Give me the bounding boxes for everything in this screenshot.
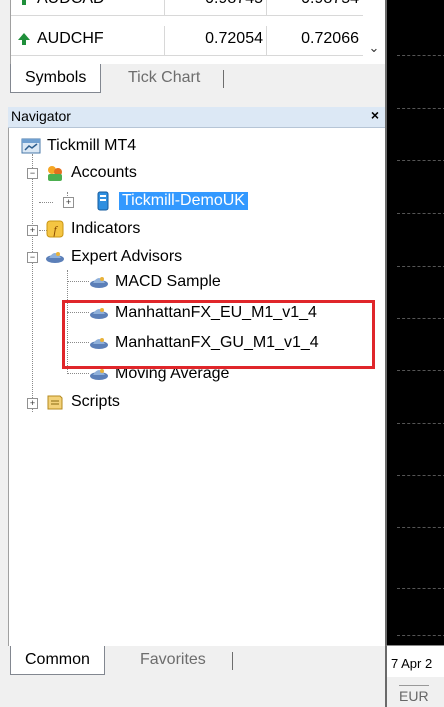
column-divider: [164, 26, 165, 55]
close-icon[interactable]: ×: [371, 107, 379, 123]
expand-icon[interactable]: +: [27, 225, 38, 236]
grid-line: [397, 55, 444, 56]
market-watch-tabs: Symbols Tick Chart: [10, 64, 385, 94]
scroll-down-icon[interactable]: ⌄: [366, 40, 382, 60]
expert-advisor-icon: [46, 252, 64, 263]
grid-line: [397, 266, 444, 267]
tree-root-label: Tickmill MT4: [47, 137, 137, 154]
tree-root[interactable]: Tickmill MT4: [21, 135, 136, 157]
up-arrow-icon: [18, 33, 30, 45]
accounts-label: Accounts: [71, 164, 137, 181]
scripts-icon: [47, 395, 63, 410]
navigator-title: Navigator: [11, 108, 71, 124]
market-watch-row[interactable]: AUDCAD 0.98745 0.98754: [11, 0, 363, 16]
tree-item-indicators[interactable]: f Indicators: [45, 218, 140, 240]
tree-item-expert-advisors[interactable]: Expert Advisors: [45, 246, 182, 268]
ea-label: MACD Sample: [115, 273, 221, 290]
grid-line: [397, 213, 444, 214]
collapse-icon[interactable]: −: [27, 168, 38, 179]
grid-line: [397, 108, 444, 109]
collapse-icon[interactable]: −: [27, 252, 38, 263]
expand-icon[interactable]: +: [63, 197, 74, 208]
navigator-tabs: Common Favorites: [10, 646, 385, 676]
expert-advisors-label: Expert Advisors: [71, 248, 183, 265]
tab-divider: [232, 652, 233, 670]
symbol-name: AUDCAD: [37, 0, 105, 8]
terminal-icon: [21, 138, 41, 154]
chart-date-axis: 7 Apr 2: [385, 645, 444, 678]
chart-tab[interactable]: EUR: [385, 677, 444, 707]
server-icon: [97, 191, 109, 211]
ask-value: 0.72066: [301, 30, 359, 47]
grid-line: [397, 318, 444, 319]
scripts-label: Scripts: [71, 393, 120, 410]
grid-line: [397, 527, 444, 528]
grid-line: [397, 423, 444, 424]
bid-value: 0.72054: [205, 30, 263, 47]
ask-value: 0.98754: [267, 0, 359, 8]
date-label: 7 Apr 2: [391, 656, 433, 671]
tab-favorites[interactable]: Favorites: [126, 646, 220, 674]
chart-area[interactable]: [385, 0, 444, 707]
column-divider: [164, 0, 165, 15]
market-watch-table: AUDCAD 0.98745 0.98754 AUDCHF 0.72054 0.…: [10, 0, 386, 64]
tab-symbols[interactable]: Symbols: [10, 64, 102, 93]
grid-line: [397, 635, 444, 636]
grid-line: [397, 475, 444, 476]
market-watch-row[interactable]: AUDCHF 0.72054 0.72066: [11, 26, 363, 56]
tree-line: [67, 373, 89, 374]
grid-line: [397, 370, 444, 371]
tree-line: [32, 154, 33, 412]
tree-item-accounts[interactable]: Accounts: [45, 162, 137, 184]
symbol-name: AUDCHF: [37, 30, 104, 47]
left-panel: AUDCAD 0.98745 0.98754 AUDCHF 0.72054 0.…: [0, 0, 386, 707]
tree-item-scripts[interactable]: Scripts: [45, 391, 120, 413]
expand-icon[interactable]: +: [27, 398, 38, 409]
tree-item-ea[interactable]: MACD Sample: [89, 271, 221, 293]
grid-line: [397, 160, 444, 161]
tab-common[interactable]: Common: [10, 646, 105, 675]
indicators-icon: f: [46, 220, 64, 238]
navigator-header: Navigator ×: [8, 107, 385, 128]
tree-item-account[interactable]: Tickmill-DemoUK: [93, 190, 248, 212]
up-arrow-icon: [18, 0, 30, 5]
tab-divider: [223, 70, 224, 88]
tab-tick-chart[interactable]: Tick Chart: [114, 64, 214, 92]
account-label: Tickmill-DemoUK: [119, 192, 248, 210]
navigator-tree: Tickmill MT4 − Accounts + Tickmill-DemoU…: [8, 128, 386, 646]
grid-line: [397, 588, 444, 589]
chart-tab-label: EUR: [399, 685, 429, 704]
tree-line: [67, 281, 89, 282]
accounts-icon: [48, 166, 62, 181]
indicators-label: Indicators: [71, 220, 141, 237]
tree-line: [39, 202, 53, 203]
highlight-box: [62, 300, 375, 369]
bid-value: 0.98745: [167, 0, 263, 8]
expert-advisor-icon: [90, 277, 108, 288]
